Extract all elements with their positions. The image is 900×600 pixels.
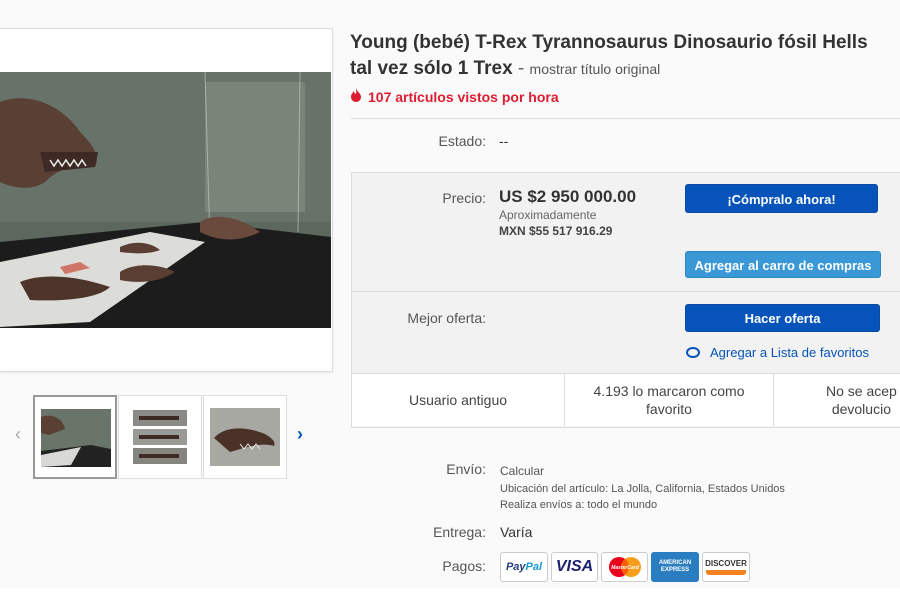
delivery-label: Entrega: bbox=[433, 524, 486, 540]
shipping-label: Envío: bbox=[446, 461, 486, 477]
price-label: Precio: bbox=[442, 190, 486, 206]
title-separator: - bbox=[512, 58, 530, 79]
chevron-right-icon[interactable]: › bbox=[292, 424, 308, 445]
buy-now-button[interactable]: ¡Cómpralo ahora! bbox=[685, 184, 878, 213]
payments-label: Pagos: bbox=[442, 558, 486, 574]
ships-to: Realiza envíos a: todo el mundo bbox=[500, 499, 658, 511]
best-offer-label: Mejor oferta: bbox=[407, 310, 486, 326]
returns-text-line-1: No se acep bbox=[826, 383, 897, 399]
views-per-hour: 107 artículos vistos por hora bbox=[350, 88, 559, 105]
thumbnail-2[interactable] bbox=[118, 395, 202, 479]
listing-title: Young (bebé) T-Rex Tyrannosaurus Dinosau… bbox=[350, 30, 900, 82]
watchers-text-line-1: 4.193 lo marcaron como bbox=[593, 383, 745, 399]
watchlist-label: Agregar a Lista de favoritos bbox=[710, 345, 869, 360]
add-to-cart-button[interactable]: Agregar al carro de compras bbox=[685, 251, 881, 278]
bottom-margin bbox=[0, 588, 900, 600]
price-approx-label: Aproximadamente bbox=[499, 208, 597, 222]
add-to-watchlist-link[interactable]: Agregar a Lista de favoritos bbox=[686, 345, 869, 360]
delivery-value: Varía bbox=[500, 524, 533, 540]
trex-skeleton-photo bbox=[0, 72, 331, 328]
mastercard-logo: MasterCard bbox=[601, 552, 648, 582]
make-offer-button[interactable]: Hacer oferta bbox=[685, 304, 880, 332]
thumbnail-image bbox=[41, 409, 111, 467]
divider bbox=[352, 291, 900, 292]
watchers-text-line-2: favorito bbox=[646, 401, 692, 417]
eye-icon bbox=[686, 347, 700, 359]
item-location: Ubicación del artículo: La Jolla, Califo… bbox=[500, 483, 785, 495]
show-original-title-link[interactable]: mostrar título original bbox=[530, 61, 661, 77]
thumbnail-1[interactable] bbox=[33, 395, 117, 479]
condition-value: -- bbox=[499, 133, 509, 149]
discover-text: DISCOVER bbox=[705, 559, 747, 568]
divider bbox=[351, 118, 900, 119]
price-amount: US $2 950 000.00 bbox=[499, 187, 637, 206]
thumbnail-image bbox=[210, 408, 280, 466]
amex-logo: AMERICAN EXPRESS bbox=[651, 552, 699, 582]
amex-text-1: AMERICAN bbox=[658, 560, 692, 566]
main-image-card[interactable] bbox=[0, 28, 333, 372]
calculate-shipping-link[interactable]: Calcular bbox=[500, 464, 544, 478]
paypal-logo: Pay Pal bbox=[500, 552, 548, 582]
views-text: 107 artículos vistos por hora bbox=[368, 89, 559, 105]
mastercard-text: MasterCard bbox=[611, 565, 639, 571]
seller-status-text: Usuario antiguo bbox=[408, 392, 508, 408]
listing-page: ‹ › Young (bebé) T-Rex Tyrannosaurus Din… bbox=[0, 0, 900, 588]
paypal-text-b: Pal bbox=[525, 561, 543, 573]
title-line-2: tal vez sólo 1 Trex bbox=[350, 58, 513, 79]
discover-logo: DISCOVER bbox=[702, 552, 750, 582]
condition-label: Estado: bbox=[438, 133, 486, 149]
price-converted: MXN $55 517 916.29 bbox=[499, 224, 613, 238]
title-line-1: Young (bebé) T-Rex Tyrannosaurus Dinosau… bbox=[350, 32, 868, 53]
amex-text-2: EXPRESS bbox=[660, 567, 690, 573]
returns-text-line-2: devolucio bbox=[831, 401, 891, 417]
thumbnail-image bbox=[125, 408, 195, 466]
flame-icon bbox=[350, 88, 362, 105]
main-product-photo[interactable] bbox=[0, 72, 331, 328]
mastercard-circles: MasterCard bbox=[608, 557, 641, 577]
chevron-left-icon[interactable]: ‹ bbox=[10, 424, 26, 445]
returns-cell: No se acep devolucio bbox=[774, 374, 900, 426]
thumbnail-3[interactable] bbox=[203, 395, 287, 479]
discover-bar bbox=[706, 570, 746, 575]
visa-logo: VISA bbox=[551, 552, 598, 582]
paypal-text-a: Pay bbox=[505, 561, 526, 573]
watchers-cell: 4.193 lo marcaron como favorito bbox=[565, 374, 774, 426]
seller-status-cell: Usuario antiguo bbox=[352, 374, 565, 426]
